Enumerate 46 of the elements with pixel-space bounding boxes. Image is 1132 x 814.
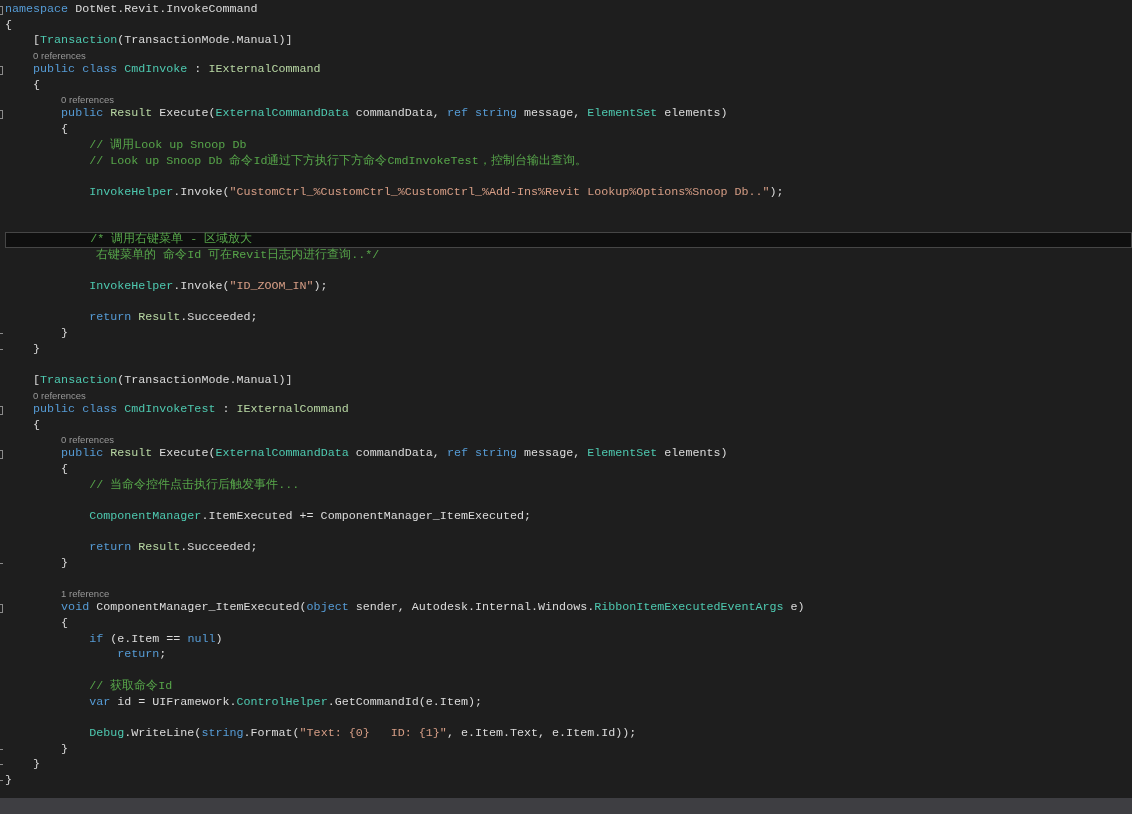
code-line: // 获取命令Id [88, 678, 174, 695]
code-line: InvokeHelper.Invoke("ID_ZOOM_IN"); [88, 279, 329, 295]
code-line: public Result Execute(ExternalCommandData commandData, ref string message, ElementSet elements) [60, 446, 729, 462]
code-line: ComponentManager.ItemExecuted += ComponentManager_ItemExecuted; [88, 508, 533, 525]
code-line: } [32, 341, 42, 358]
code-line: } [60, 556, 70, 572]
collapse-marker-icon[interactable] [0, 6, 3, 15]
code-line: var id = UIFramework.ControlHelper.GetCommandId(e.Item); [88, 694, 483, 711]
code-line: return; [116, 647, 168, 664]
collapse-marker-icon[interactable] [0, 604, 3, 614]
reference-count-link[interactable]: 0 references [5, 49, 1132, 63]
collapse-marker-icon[interactable] [0, 66, 3, 76]
reference-count-link[interactable]: 0 references [5, 93, 1132, 107]
collapse-marker-icon[interactable] [0, 405, 3, 415]
code-line: { [60, 616, 70, 632]
code-line: return Result.Succeeded; [88, 310, 259, 327]
code-line: public class CmdInvoke : IExternalCommand [32, 62, 322, 78]
horizontal-scrollbar[interactable] [0, 798, 1132, 814]
code-line: [Transaction(TransactionMode.Manual)] [32, 33, 294, 50]
code-line: { [32, 77, 42, 94]
collapse-marker-icon[interactable] [0, 110, 3, 120]
code-line: // 当命令控件点击执行后触发事件... [88, 477, 301, 494]
code-line: { [32, 417, 42, 434]
code-line: void ComponentManager_ItemExecuted(object sender, Autodesk.Internal.Windows.RibbonItemExecutedEventArgs e) [60, 600, 806, 617]
code-line: { [5, 17, 13, 34]
code-line: { [60, 122, 70, 138]
code-line: } [5, 772, 13, 789]
code-line: } [60, 326, 70, 342]
code-line: } [60, 741, 70, 758]
code-line: public class CmdInvokeTest : IExternalCommand [32, 401, 350, 418]
reference-count-link[interactable]: 0 references [5, 388, 1132, 402]
code-line: Debug.WriteLine(string.Format("Text: {0} ID: {1}", e.Item.Text, e.Item.Id)); [88, 725, 638, 742]
code-line: InvokeHelper.Invoke("CustomCtrl_%CustomCtrl_%CustomCtrl_%Add-Ins%Revit Lookup%Options%Snoop Db.."); [88, 184, 785, 201]
reference-count-link[interactable]: 0 references [5, 433, 1132, 447]
code-line: public Result Execute(ExternalCommandData commandData, ref string message, ElementSet elements) [60, 106, 729, 123]
code-line: [Transaction(TransactionMode.Manual)] [32, 373, 294, 389]
reference-count-link[interactable]: 1 reference [5, 587, 1132, 601]
code-line: 右键菜单的 命令Id 可在Revit日志内进行查询..*/ [95, 247, 381, 264]
code-line: // 调用Look up Snoop Db [88, 137, 248, 154]
collapse-marker-icon[interactable] [0, 450, 3, 460]
code-line: { [60, 461, 70, 478]
code-line: namespace DotNet.Revit.InvokeCommand [5, 2, 259, 18]
code-line: // Look up Snoop Db 命令Id通过下方执行下方命令CmdInvokeTest，控制台输出查询。 [88, 153, 588, 170]
code-line: } [32, 757, 42, 773]
code-line: if (e.Item == null) [88, 631, 224, 648]
code-line: return Result.Succeeded; [88, 540, 259, 556]
